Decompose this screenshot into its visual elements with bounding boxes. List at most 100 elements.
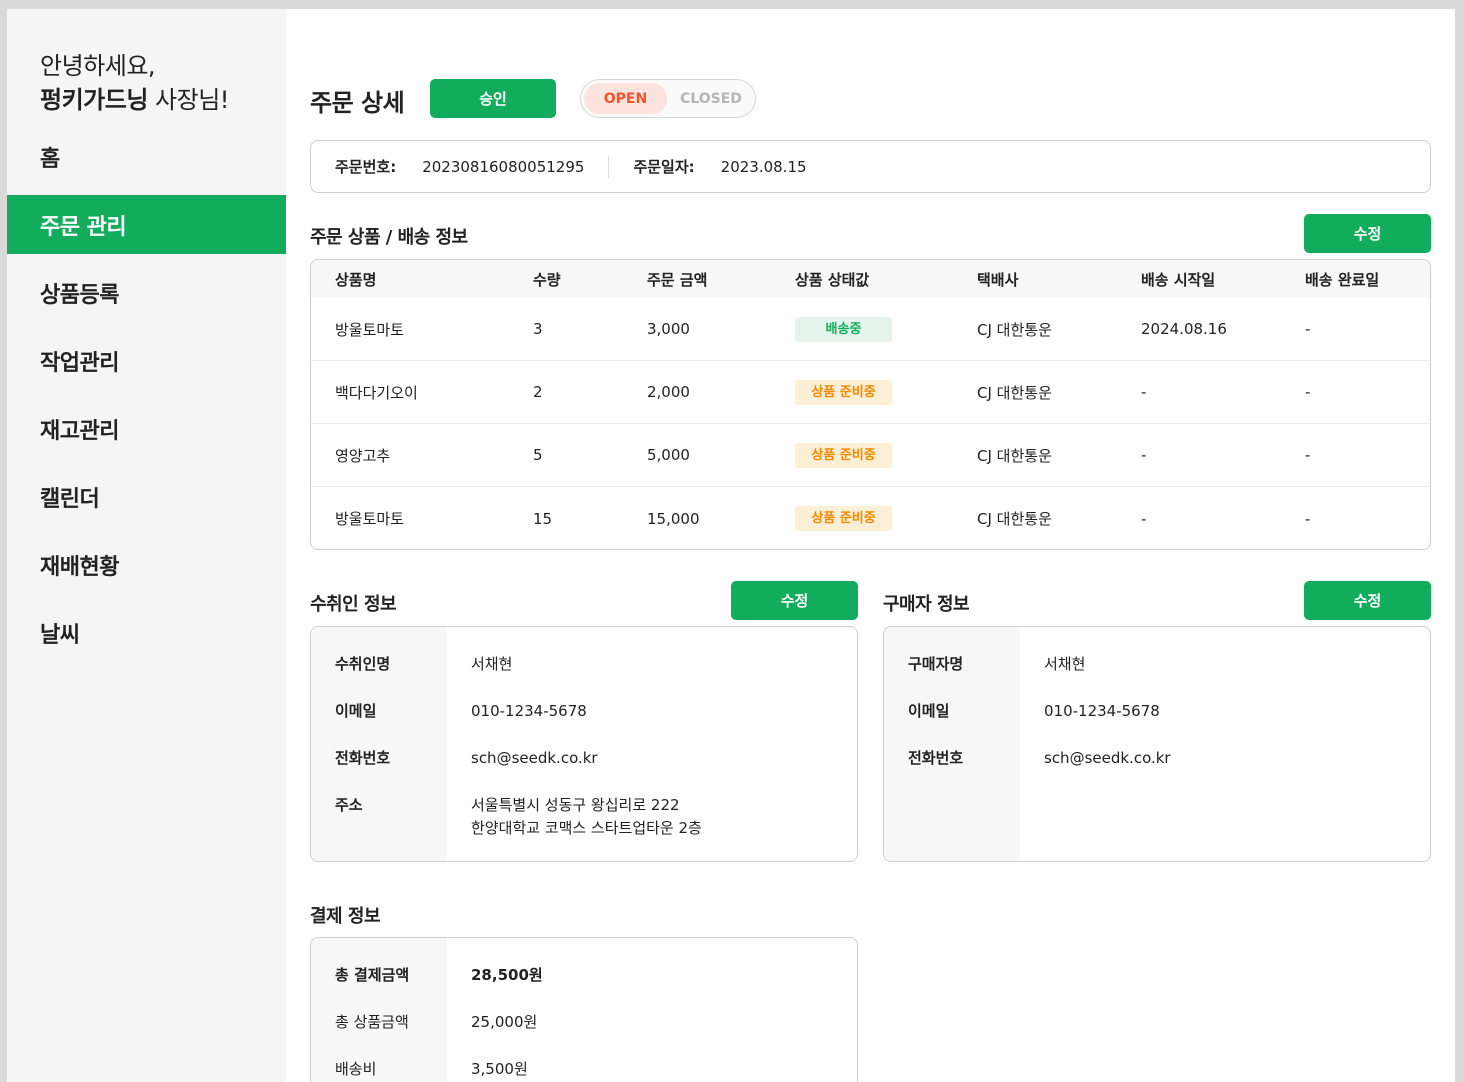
order-date: 2023.08.15 bbox=[720, 157, 807, 176]
column-header: 주문 금액 bbox=[647, 270, 708, 289]
shipping-start-date: - bbox=[1141, 383, 1147, 401]
order-amount: 15,000 bbox=[647, 509, 700, 528]
sidebar-item-label: 캘린더 bbox=[40, 486, 100, 512]
sidebar-item-calendar[interactable]: 캘린더 bbox=[7, 467, 286, 526]
sidebar-item-label: 재배현황 bbox=[40, 554, 119, 580]
sidebar-item-cultivation-status[interactable]: 재배현황 bbox=[7, 535, 286, 594]
column-header: 배송 시작일 bbox=[1141, 270, 1216, 289]
divider bbox=[608, 155, 610, 178]
total-payment-label: 총 결제금액 bbox=[335, 966, 410, 984]
buyer-phone-label: 전화번호 bbox=[908, 749, 964, 767]
edit-recipient-button[interactable]: 수정 bbox=[731, 581, 858, 620]
address-line2: 한양대학교 코맥스 스타트업타운 2층 bbox=[471, 819, 702, 837]
sidebar: 안녕하세요, 펑키가드닝 사장님! 홈 주문 관리 상품등록 작업관리 재고관리… bbox=[7, 9, 286, 1082]
shipping-fee-label: 배송비 bbox=[335, 1060, 377, 1078]
buyer-email-label: 이메일 bbox=[908, 702, 950, 720]
sidebar-item-label: 날씨 bbox=[40, 622, 80, 648]
page-title: 주문 상세 bbox=[310, 89, 405, 117]
product-total-label: 총 상품금액 bbox=[335, 1013, 409, 1031]
address-line1: 서울특별시 성동구 왕십리로 222 bbox=[471, 796, 680, 814]
buyer-section-title: 구매자 정보 bbox=[883, 594, 970, 615]
sidebar-item-label: 재고관리 bbox=[40, 418, 119, 444]
order-amount: 2,000 bbox=[647, 383, 690, 401]
column-header: 배송 완료일 bbox=[1305, 270, 1380, 289]
recipient-phone: sch@seedk.co.kr bbox=[471, 749, 598, 767]
order-amount: 3,000 bbox=[647, 320, 690, 338]
sidebar-item-label: 주문 관리 bbox=[40, 214, 127, 240]
app-window: 안녕하세요, 펑키가드닝 사장님! 홈 주문 관리 상품등록 작업관리 재고관리… bbox=[7, 9, 1455, 1082]
buyer-email: 010-1234-5678 bbox=[1044, 702, 1160, 720]
products-section-title: 주문 상품 / 배송 정보 bbox=[310, 227, 468, 248]
sidebar-item-inventory[interactable]: 재고관리 bbox=[7, 399, 286, 458]
quantity: 15 bbox=[533, 509, 553, 528]
order-date-label: 주문일자: bbox=[633, 158, 695, 176]
recipient-email: 010-1234-5678 bbox=[471, 702, 587, 720]
sidebar-item-task-management[interactable]: 작업관리 bbox=[7, 331, 286, 390]
greeting-suffix: 사장님! bbox=[147, 86, 229, 114]
shipping-start-date: - bbox=[1141, 446, 1147, 464]
sidebar-item-home[interactable]: 홈 bbox=[7, 127, 286, 186]
payment-section-title: 결제 정보 bbox=[310, 906, 381, 927]
order-summary: 주문번호: 20230816080051295 주문일자: 2023.08.15 bbox=[310, 140, 1431, 193]
products-table: 상품명 수량 주문 금액 상품 상태값 택배사 배송 시작일 배송 완료일 방울… bbox=[310, 259, 1431, 550]
recipient-name: 서채현 bbox=[471, 655, 513, 673]
buyer-name-label: 구매자명 bbox=[908, 655, 964, 673]
quantity: 5 bbox=[533, 446, 543, 464]
recipient-address-label: 주소 bbox=[335, 796, 363, 814]
shipping-end-date: - bbox=[1305, 509, 1311, 528]
greeting: 안녕하세요, 펑키가드닝 사장님! bbox=[40, 49, 229, 117]
edit-buyer-button[interactable]: 수정 bbox=[1304, 581, 1431, 620]
greeting-line1: 안녕하세요, bbox=[40, 52, 156, 80]
quantity: 3 bbox=[533, 320, 543, 338]
column-header: 택배사 bbox=[977, 270, 1019, 289]
column-header: 수량 bbox=[533, 270, 561, 289]
recipient-section-title: 수취인 정보 bbox=[310, 594, 397, 615]
shipping-end-date: - bbox=[1305, 446, 1311, 464]
sidebar-item-weather[interactable]: 날씨 bbox=[7, 603, 286, 662]
product-name: 방울토마토 bbox=[335, 320, 405, 339]
column-header: 상품 상태값 bbox=[795, 270, 870, 289]
order-number: 20230816080051295 bbox=[422, 157, 585, 176]
sidebar-item-product-registration[interactable]: 상품등록 bbox=[7, 263, 286, 322]
toggle-closed-option[interactable]: CLOSED bbox=[671, 83, 751, 114]
table-row[interactable]: 영양고추 5 5,000 상품 준비중 CJ 대한통운 - - bbox=[311, 424, 1430, 487]
table-row[interactable]: 백다다기오이 2 2,000 상품 준비중 CJ 대한통운 - - bbox=[311, 361, 1430, 424]
product-name: 백다다기오이 bbox=[335, 383, 418, 402]
edit-products-button[interactable]: 수정 bbox=[1304, 214, 1431, 253]
shipping-start-date: 2024.08.16 bbox=[1141, 320, 1227, 338]
open-closed-toggle[interactable]: OPEN CLOSED bbox=[580, 79, 756, 118]
store-name: 펑키가드닝 bbox=[40, 86, 148, 114]
table-row[interactable]: 방울토마토 15 15,000 상품 준비중 CJ 대한통운 - - bbox=[311, 487, 1430, 549]
status-badge: 상품 준비중 bbox=[795, 442, 892, 468]
order-amount: 5,000 bbox=[647, 446, 690, 464]
courier: CJ 대한통운 bbox=[977, 446, 1052, 465]
sidebar-item-order-management[interactable]: 주문 관리 bbox=[7, 195, 286, 254]
sidebar-item-label: 상품등록 bbox=[40, 282, 119, 308]
recipient-email-label: 이메일 bbox=[335, 702, 377, 720]
courier: CJ 대한통운 bbox=[977, 320, 1052, 339]
recipient-name-label: 수취인명 bbox=[335, 655, 391, 673]
product-name: 방울토마토 bbox=[335, 510, 405, 528]
sidebar-item-label: 홈 bbox=[40, 146, 60, 172]
shipping-fee: 3,500원 bbox=[471, 1060, 528, 1078]
total-payment: 28,500원 bbox=[471, 966, 543, 984]
status-badge: 배송중 bbox=[795, 316, 892, 342]
recipient-phone-label: 전화번호 bbox=[335, 749, 391, 767]
recipient-info-box: 수취인명 서채현 이메일 010-1234-5678 전화번호 sch@seed… bbox=[310, 626, 858, 862]
buyer-info-box: 구매자명 서채현 이메일 010-1234-5678 전화번호 sch@seed… bbox=[883, 626, 1431, 862]
table-row[interactable]: 방울토마토 3 3,000 배송중 CJ 대한통운 2024.08.16 - bbox=[311, 298, 1430, 361]
sidebar-item-label: 작업관리 bbox=[40, 350, 119, 376]
courier: CJ 대한통운 bbox=[977, 383, 1052, 402]
payment-info-box: 총 결제금액 28,500원 총 상품금액 25,000원 배송비 3,500원 bbox=[310, 937, 858, 1082]
table-header: 상품명 수량 주문 금액 상품 상태값 택배사 배송 시작일 배송 완료일 bbox=[311, 260, 1430, 298]
product-total: 25,000원 bbox=[471, 1013, 538, 1031]
status-badge: 상품 준비중 bbox=[795, 506, 892, 531]
shipping-start-date: - bbox=[1141, 509, 1147, 528]
toggle-open-option[interactable]: OPEN bbox=[584, 83, 667, 114]
main-content: 주문 상세 승인 OPEN CLOSED 주문번호: 2023081608005… bbox=[286, 9, 1455, 1082]
status-badge: 상품 준비중 bbox=[795, 379, 892, 405]
buyer-phone: sch@seedk.co.kr bbox=[1044, 749, 1171, 767]
buyer-name: 서채현 bbox=[1044, 655, 1086, 673]
label-column bbox=[311, 938, 447, 1082]
approve-button[interactable]: 승인 bbox=[430, 79, 556, 118]
